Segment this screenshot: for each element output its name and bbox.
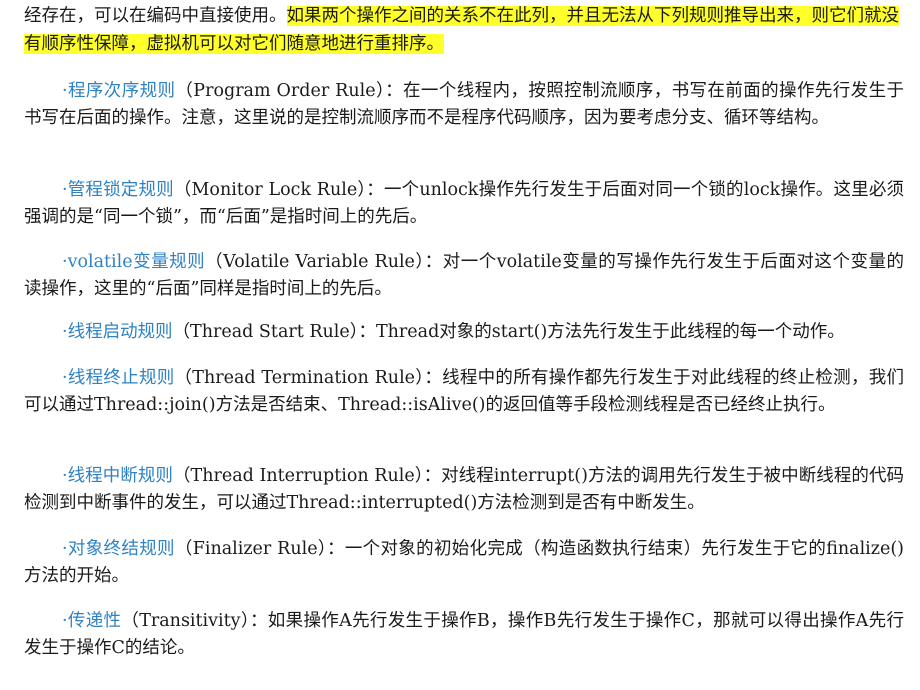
rule-name: ·传递性 [62, 611, 122, 631]
rule-name: ·线程终止规则 [62, 368, 175, 388]
document-page: 经存在，可以在编码中直接使用。如果两个操作之间的关系不在此列，并且无法从下列规则… [0, 0, 920, 690]
intro-paragraph: 经存在，可以在编码中直接使用。如果两个操作之间的关系不在此列，并且无法从下列规则… [24, 2, 904, 58]
rule-name: ·volatile变量规则 [62, 252, 206, 272]
rule-finalizer: ·对象终结规则（Finalizer Rule）：一个对象的初始化完成（构造函数执… [24, 536, 904, 590]
rule-name: ·程序次序规则 [62, 81, 176, 101]
rule-thread-start: ·线程启动规则（Thread Start Rule）：Thread对象的star… [24, 319, 904, 346]
rule-thread-termination: ·线程终止规则（Thread Termination Rule）：线程中的所有操… [24, 365, 904, 419]
rule-name: ·对象终结规则 [62, 539, 175, 559]
rule-name: ·管程锁定规则 [62, 180, 174, 200]
rule-volatile-variable: ·volatile变量规则（Volatile Variable Rule）：对一… [24, 249, 904, 303]
intro-text: 经存在，可以在编码中直接使用。 [24, 6, 287, 26]
rule-name: ·线程中断规则 [62, 466, 173, 486]
rule-thread-interruption: ·线程中断规则（Thread Interruption Rule）：对线程int… [24, 463, 904, 517]
rule-transitivity: ·传递性（Transitivity）：如果操作A先行发生于操作B，操作B先行发生… [24, 608, 904, 662]
rule-program-order: ·程序次序规则（Program Order Rule）：在一个线程内，按照控制流… [24, 78, 904, 132]
rule-name: ·线程启动规则 [62, 322, 173, 342]
rule-monitor-lock: ·管程锁定规则（Monitor Lock Rule）：一个unlock操作先行发… [24, 177, 904, 231]
rule-text: （Transitivity）：如果操作A先行发生于操作B，操作B先行发生于操作C… [24, 611, 904, 658]
rule-text: （Thread Start Rule）：Thread对象的start()方法先行… [172, 322, 845, 342]
